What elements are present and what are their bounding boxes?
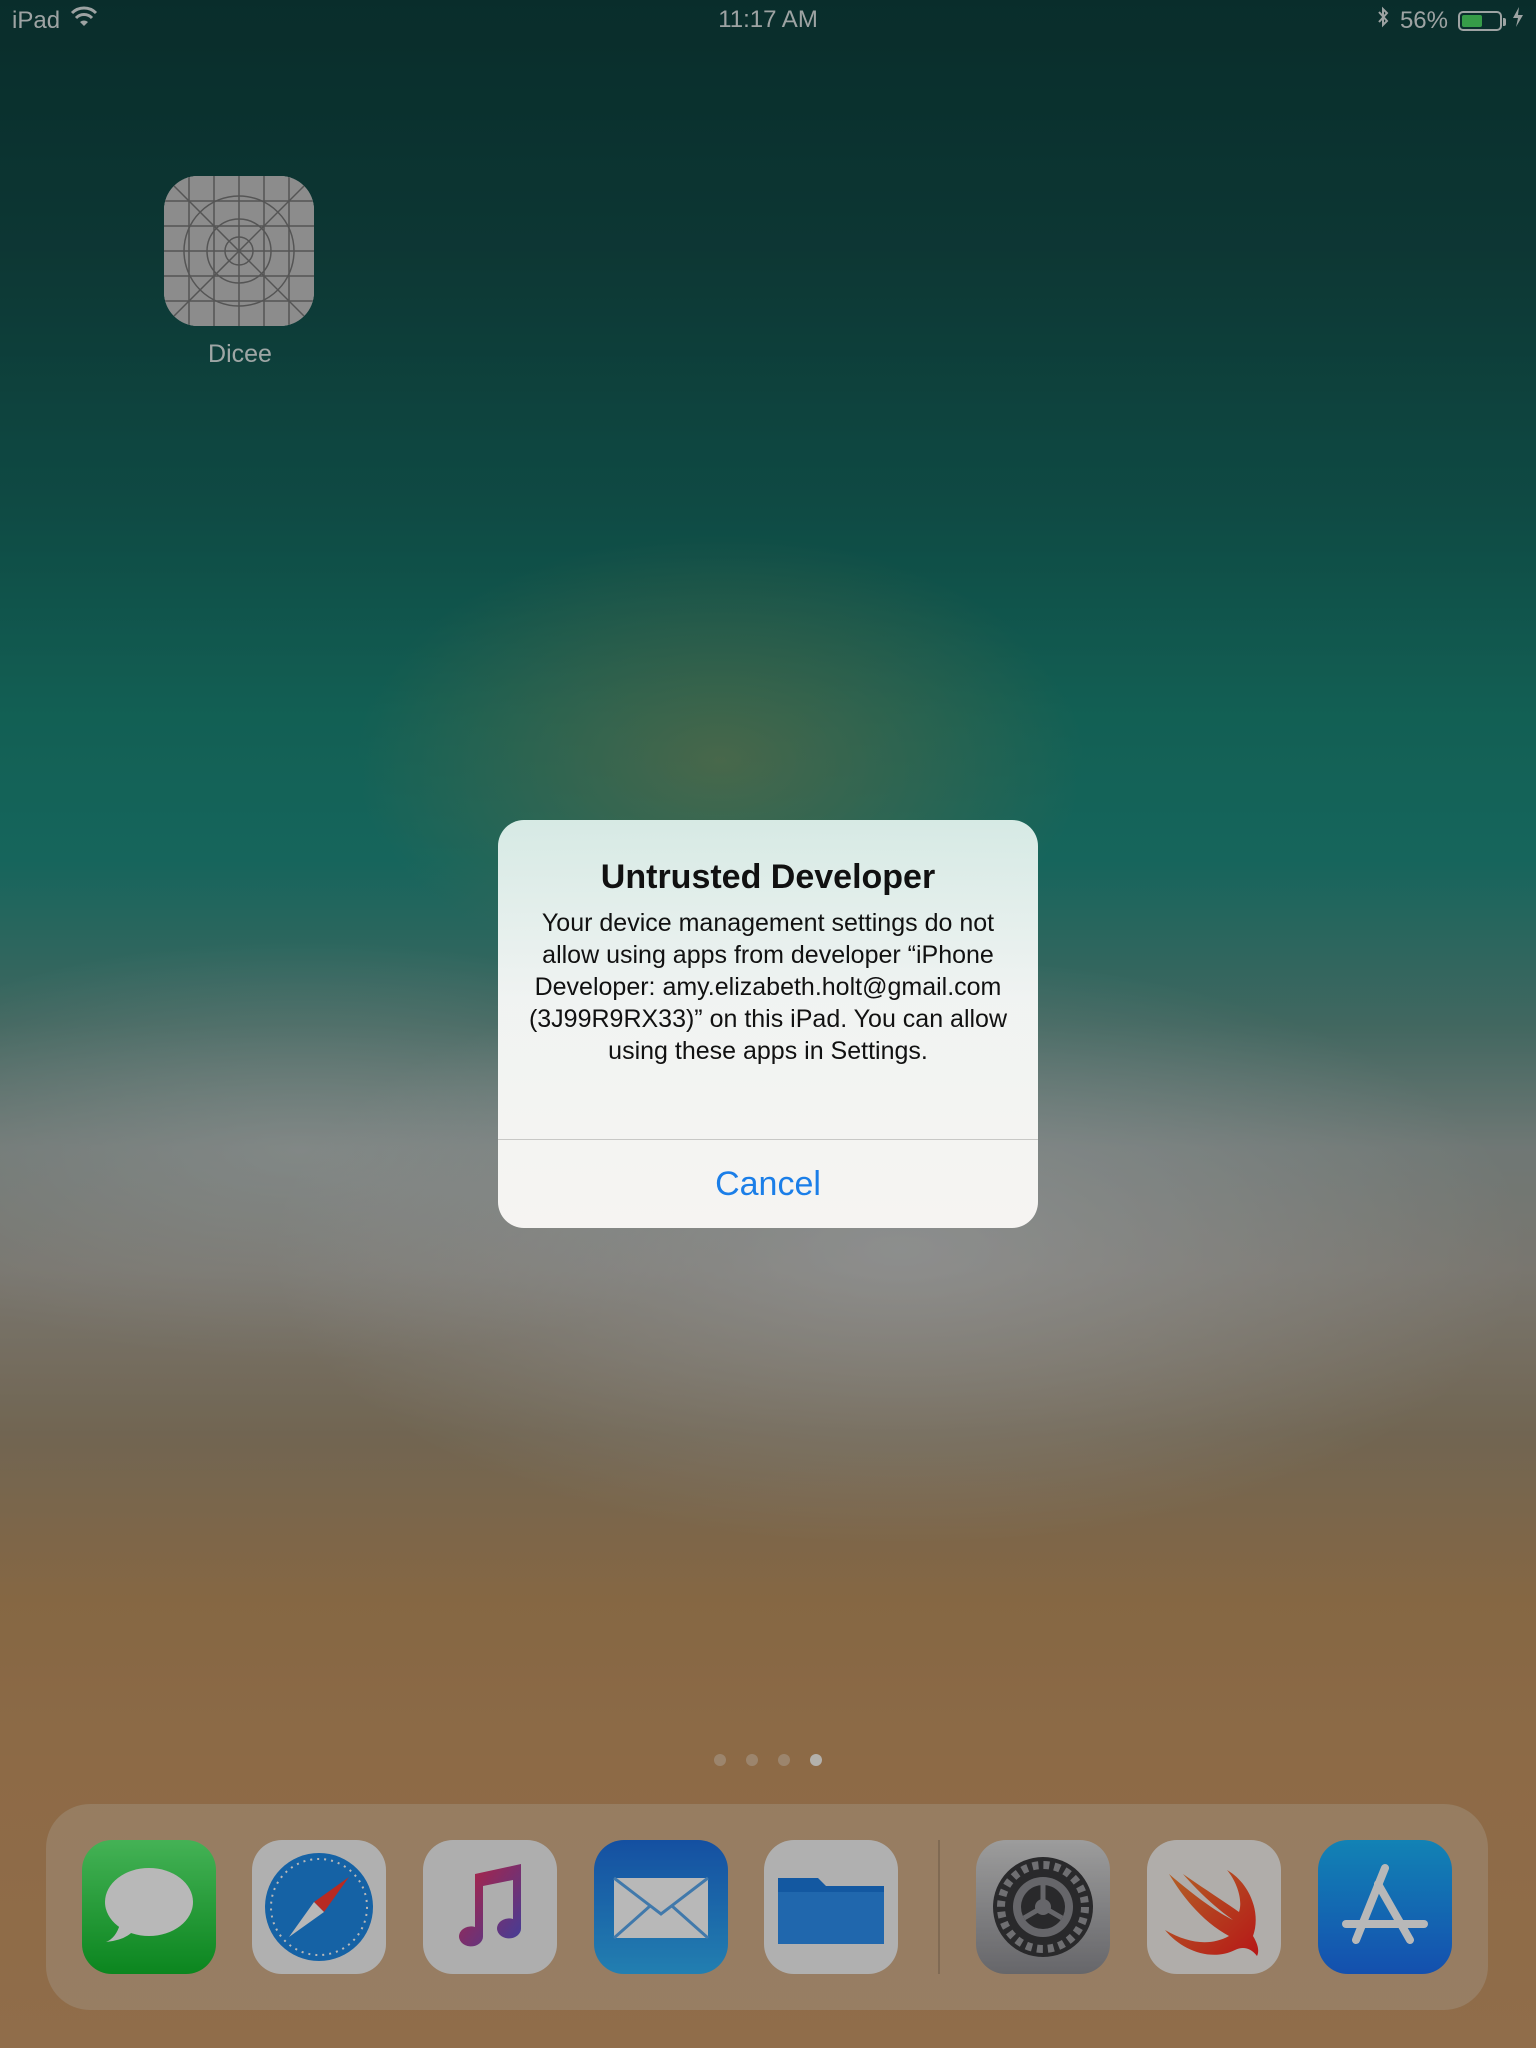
alert-title: Untrusted Developer	[600, 858, 936, 896]
ipad-home-screen: iPad 11:17 AM 56% Dicee Untrusted Develo…	[0, 0, 1536, 2048]
cancel-button[interactable]: Cancel	[498, 1140, 1038, 1228]
alert-message: Your device management settings do not a…	[528, 909, 1008, 1065]
untrusted-developer-alert: Untrusted Developer Your device manageme…	[498, 820, 1038, 1228]
